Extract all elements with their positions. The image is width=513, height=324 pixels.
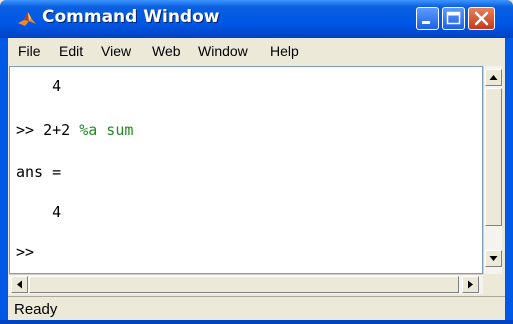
maximize-icon <box>446 11 461 25</box>
minimize-icon <box>422 21 430 24</box>
vertical-scroll-thumb[interactable] <box>485 88 502 226</box>
output-line: 4 <box>16 77 62 95</box>
maximize-button[interactable] <box>442 7 465 30</box>
status-bar: Ready <box>8 296 505 321</box>
command-window: Command Window File Edit View Web Window… <box>0 0 513 324</box>
title-bar[interactable]: Command Window <box>0 0 513 38</box>
arrow-right-icon <box>468 280 473 289</box>
window-frame-left <box>0 38 8 324</box>
menu-window[interactable]: Window <box>198 43 248 59</box>
ans-value: 4 <box>16 203 62 221</box>
scroll-up-button[interactable] <box>485 69 502 86</box>
horizontal-scrollbar[interactable] <box>9 274 483 294</box>
arrow-down-icon <box>489 256 498 261</box>
ans-label: ans = <box>16 163 62 181</box>
command-text: 2+2 <box>43 121 80 139</box>
minimize-button[interactable] <box>416 7 439 30</box>
scroll-down-button[interactable] <box>485 250 502 267</box>
menu-view[interactable]: View <box>101 43 131 59</box>
window-title: Command Window <box>42 7 220 27</box>
arrow-up-icon <box>489 75 498 80</box>
prompt: >> <box>16 121 44 139</box>
command-console[interactable]: 4 >> 2+2 %a sum ans = 4 >> <box>9 66 483 274</box>
close-icon <box>474 11 489 26</box>
window-frame-bottom <box>0 320 513 324</box>
menu-edit[interactable]: Edit <box>59 43 83 59</box>
arrow-left-icon <box>17 280 22 289</box>
menu-bar: File Edit View Web Window Help <box>8 38 505 66</box>
close-button[interactable] <box>468 7 495 30</box>
status-text: Ready <box>14 301 58 318</box>
horizontal-scroll-thumb[interactable] <box>29 276 459 293</box>
vertical-scrollbar[interactable] <box>483 66 502 274</box>
menu-web[interactable]: Web <box>152 43 181 59</box>
window-frame-right <box>505 38 513 324</box>
input-prompt[interactable]: >> <box>16 243 34 261</box>
scrollbar-corner <box>483 274 502 294</box>
menu-file[interactable]: File <box>18 43 41 59</box>
menu-help[interactable]: Help <box>270 43 299 59</box>
comment-text: %a sum <box>79 121 134 139</box>
matlab-logo-icon <box>18 12 36 26</box>
scroll-right-button[interactable] <box>462 276 479 293</box>
scroll-left-button[interactable] <box>11 276 28 293</box>
command-line: >> 2+2 %a sum <box>16 121 133 139</box>
